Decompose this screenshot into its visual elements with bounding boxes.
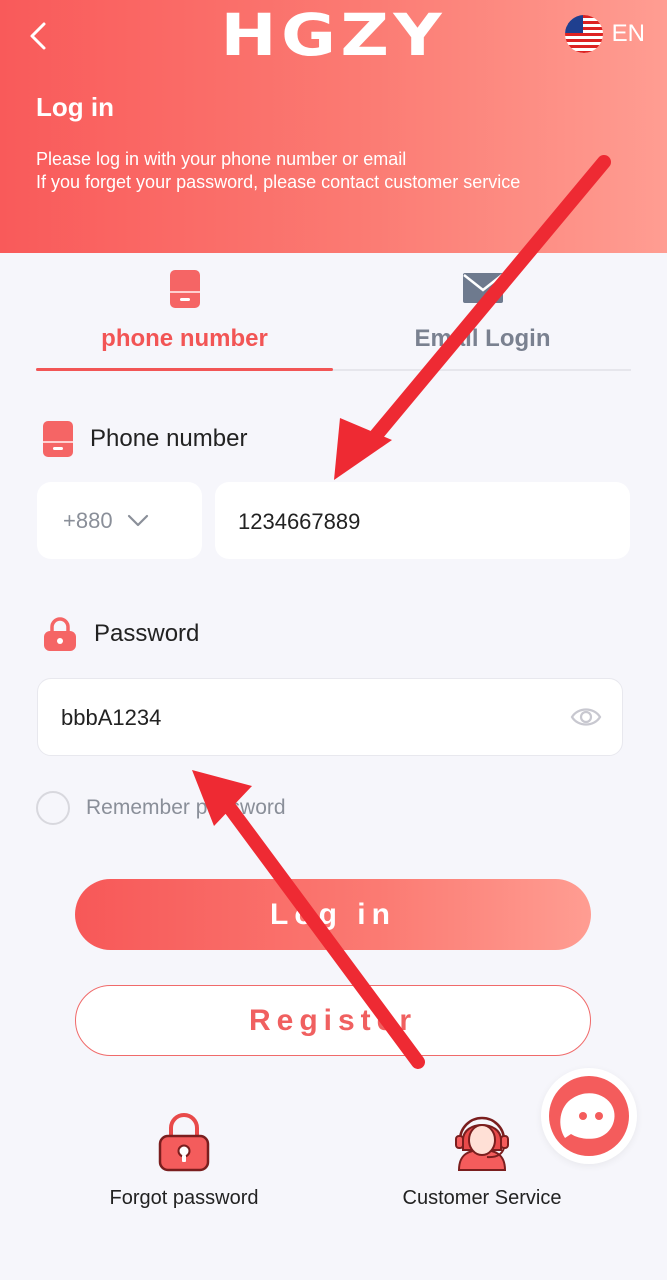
chevron-down-icon: [127, 514, 148, 526]
country-code-select[interactable]: +880: [37, 482, 202, 559]
forgot-password-label: Forgot password: [109, 1187, 259, 1209]
description-line: Please log in with your phone number or …: [36, 149, 407, 169]
language-selector[interactable]: EN: [564, 14, 645, 54]
header: HGZY EN Log in Please log in with your p…: [0, 0, 667, 253]
phone-input[interactable]: [215, 482, 620, 561]
password-input-box: [37, 678, 623, 757]
login-button[interactable]: Log in: [75, 879, 591, 950]
password-label-text: Password: [94, 620, 200, 647]
language-label: EN: [611, 20, 645, 47]
lock-icon: [44, 617, 76, 651]
phone-label-text: Phone number: [90, 425, 248, 452]
page-title: Log in: [36, 92, 114, 122]
annotation-arrowhead: [334, 418, 392, 480]
tab-phone-number[interactable]: phone number: [36, 265, 333, 371]
register-button[interactable]: Register: [75, 985, 591, 1056]
tab-label: phone number: [101, 325, 268, 352]
page-description: Please log in with your phone number or …: [36, 148, 520, 194]
email-icon: [462, 273, 503, 303]
chat-bubble-icon: [549, 1076, 629, 1156]
remember-password-toggle[interactable]: Remember password: [36, 791, 286, 825]
eye-icon[interactable]: [570, 703, 602, 731]
phone-label: Phone number: [42, 420, 247, 458]
phone-icon: [43, 421, 73, 457]
phone-input-box: [215, 482, 630, 561]
tab-label: Email Login: [414, 325, 551, 352]
lock-icon: [158, 1113, 210, 1172]
remember-label: Remember password: [86, 796, 286, 819]
checkbox-circle[interactable]: [36, 791, 70, 825]
login-tabs: phone number Email Login: [36, 265, 631, 371]
phone-icon: [169, 270, 200, 308]
chat-button[interactable]: [541, 1068, 637, 1164]
customer-service-label: Customer Service: [402, 1187, 562, 1209]
tab-email-login[interactable]: Email Login: [334, 265, 631, 369]
country-code-value: +880: [63, 507, 113, 533]
headset-agent-icon: [455, 1116, 509, 1171]
active-tab-indicator: [36, 368, 333, 371]
description-line: If you forget your password, please cont…: [36, 172, 521, 192]
password-label: Password: [42, 616, 199, 652]
us-flag-icon: [564, 15, 603, 53]
forgot-password-link[interactable]: Forgot password: [64, 1110, 304, 1210]
password-input[interactable]: [38, 679, 563, 757]
